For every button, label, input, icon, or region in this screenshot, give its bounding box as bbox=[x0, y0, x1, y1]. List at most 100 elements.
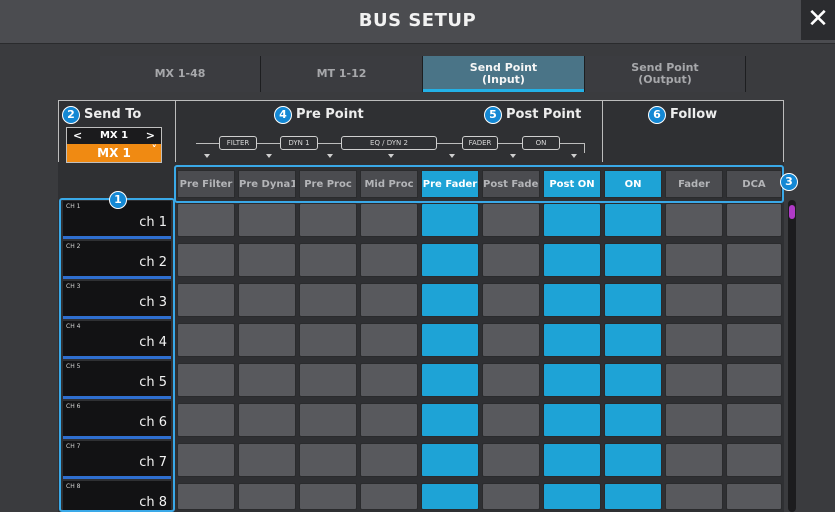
grid-cell[interactable] bbox=[299, 283, 357, 317]
grid-cell[interactable] bbox=[299, 443, 357, 477]
grid-cell[interactable] bbox=[177, 443, 235, 477]
grid-cell[interactable] bbox=[360, 243, 418, 277]
grid-cell[interactable] bbox=[238, 283, 296, 317]
grid-cell[interactable] bbox=[726, 403, 782, 437]
grid-cell[interactable] bbox=[421, 363, 479, 397]
grid-cell[interactable] bbox=[604, 403, 662, 437]
grid-cell[interactable] bbox=[543, 403, 601, 437]
grid-cell[interactable] bbox=[177, 283, 235, 317]
grid-cell[interactable] bbox=[482, 403, 540, 437]
grid-cell[interactable] bbox=[238, 403, 296, 437]
grid-cell[interactable] bbox=[665, 443, 723, 477]
divider-follow bbox=[602, 100, 603, 162]
tab-send-point-input[interactable]: Send Point (Input) bbox=[423, 56, 585, 92]
grid-cell[interactable] bbox=[604, 443, 662, 477]
grid-cell[interactable] bbox=[604, 323, 662, 357]
grid-cell[interactable] bbox=[299, 243, 357, 277]
grid-cell[interactable] bbox=[421, 283, 479, 317]
grid-cell[interactable] bbox=[299, 203, 357, 237]
grid-cell[interactable] bbox=[543, 243, 601, 277]
grid-cell[interactable] bbox=[360, 443, 418, 477]
post-point-label: Post Point bbox=[506, 107, 582, 122]
send-to-selector[interactable]: < MX 1 > MX 1 ˅ bbox=[66, 127, 162, 163]
grid-cell[interactable] bbox=[482, 203, 540, 237]
grid-cell[interactable] bbox=[238, 363, 296, 397]
scrollbar-track[interactable] bbox=[788, 200, 796, 512]
grid-cell[interactable] bbox=[543, 283, 601, 317]
grid-cell[interactable] bbox=[238, 483, 296, 510]
grid-cell[interactable] bbox=[177, 483, 235, 510]
grid-cell[interactable] bbox=[543, 363, 601, 397]
grid-cell[interactable] bbox=[421, 403, 479, 437]
grid-cell[interactable] bbox=[604, 363, 662, 397]
grid-cell[interactable] bbox=[665, 323, 723, 357]
flow-filter: FILTER bbox=[219, 136, 257, 150]
grid-cell[interactable] bbox=[665, 483, 723, 510]
grid-cell[interactable] bbox=[665, 403, 723, 437]
grid-cell[interactable] bbox=[482, 363, 540, 397]
flow-fader: FADER bbox=[462, 136, 498, 150]
grid-cell[interactable] bbox=[177, 403, 235, 437]
grid-cell[interactable] bbox=[604, 203, 662, 237]
grid-cell[interactable] bbox=[543, 203, 601, 237]
grid-cell[interactable] bbox=[665, 203, 723, 237]
grid-cell[interactable] bbox=[177, 243, 235, 277]
tab-mt[interactable]: MT 1-12 bbox=[261, 56, 423, 92]
flow-tap-3 bbox=[327, 154, 333, 158]
grid-cell[interactable] bbox=[726, 443, 782, 477]
grid-cell[interactable] bbox=[421, 323, 479, 357]
grid-cell[interactable] bbox=[482, 443, 540, 477]
send-to-dropdown[interactable]: MX 1 ˅ bbox=[67, 143, 161, 162]
grid-cell[interactable] bbox=[421, 443, 479, 477]
callout-1: 1 bbox=[109, 191, 127, 209]
close-button[interactable]: ✕ bbox=[801, 0, 835, 40]
channel-list-highlight-frame bbox=[59, 198, 175, 512]
grid-cell[interactable] bbox=[543, 323, 601, 357]
grid-cell[interactable] bbox=[238, 243, 296, 277]
grid-cell[interactable] bbox=[482, 283, 540, 317]
grid-cell[interactable] bbox=[482, 323, 540, 357]
grid-cell[interactable] bbox=[726, 203, 782, 237]
grid-cell[interactable] bbox=[726, 483, 782, 510]
grid-cell[interactable] bbox=[604, 243, 662, 277]
grid-cell[interactable] bbox=[421, 203, 479, 237]
grid-cell[interactable] bbox=[238, 323, 296, 357]
grid-cell[interactable] bbox=[360, 203, 418, 237]
grid-cell[interactable] bbox=[177, 323, 235, 357]
grid-cell[interactable] bbox=[543, 443, 601, 477]
grid-cell[interactable] bbox=[482, 243, 540, 277]
grid-cell[interactable] bbox=[360, 363, 418, 397]
grid-cell[interactable] bbox=[726, 243, 782, 277]
flow-dyn1: DYN 1 bbox=[280, 136, 318, 150]
grid-cell[interactable] bbox=[360, 283, 418, 317]
close-icon: ✕ bbox=[807, 4, 829, 34]
grid-cell[interactable] bbox=[238, 203, 296, 237]
grid-cell[interactable] bbox=[299, 363, 357, 397]
grid-cell[interactable] bbox=[604, 283, 662, 317]
grid-cell[interactable] bbox=[299, 403, 357, 437]
grid-cell[interactable] bbox=[482, 483, 540, 510]
grid-cell[interactable] bbox=[299, 323, 357, 357]
grid-cell[interactable] bbox=[726, 363, 782, 397]
grid-cell[interactable] bbox=[543, 483, 601, 510]
title-bar: BUS SETUP bbox=[0, 0, 835, 44]
grid-cell[interactable] bbox=[726, 283, 782, 317]
grid-cell[interactable] bbox=[360, 403, 418, 437]
grid-cell[interactable] bbox=[299, 483, 357, 510]
grid-cell[interactable] bbox=[238, 443, 296, 477]
grid-cell[interactable] bbox=[177, 203, 235, 237]
grid-cell[interactable] bbox=[604, 483, 662, 510]
grid-cell[interactable] bbox=[665, 363, 723, 397]
tab-send-point-output[interactable]: Send Point (Output) bbox=[585, 56, 746, 92]
grid-cell[interactable] bbox=[360, 323, 418, 357]
grid-cell[interactable] bbox=[665, 243, 723, 277]
grid-cell[interactable] bbox=[421, 243, 479, 277]
grid-cell[interactable] bbox=[665, 283, 723, 317]
grid-cell[interactable] bbox=[726, 323, 782, 357]
scrollbar-thumb[interactable] bbox=[789, 205, 795, 219]
grid-cell[interactable] bbox=[421, 483, 479, 510]
flow-line-end bbox=[584, 143, 585, 153]
tab-mx[interactable]: MX 1-48 bbox=[100, 56, 261, 92]
grid-cell[interactable] bbox=[360, 483, 418, 510]
grid-cell[interactable] bbox=[177, 363, 235, 397]
